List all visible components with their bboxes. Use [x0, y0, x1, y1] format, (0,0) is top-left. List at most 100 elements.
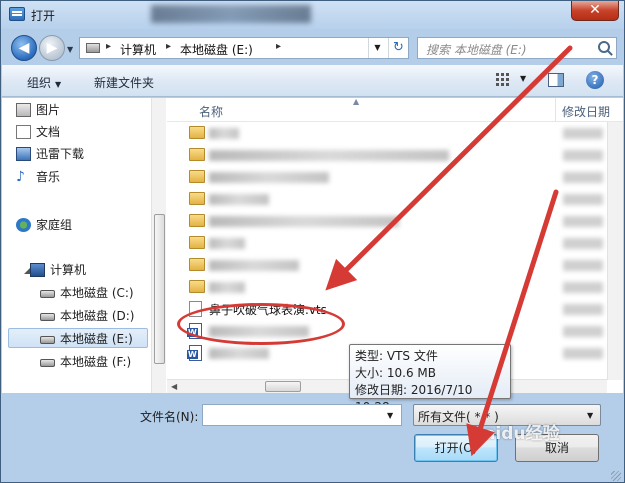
file-row[interactable] [167, 122, 607, 144]
folder-icon [189, 280, 205, 293]
address-dropdown-icon[interactable]: ▼ [368, 38, 386, 58]
folder-icon [189, 148, 205, 161]
sidebar-item-documents[interactable]: 文档 [16, 122, 61, 142]
file-row[interactable] [167, 210, 607, 232]
folder-icon [189, 258, 205, 271]
filename-field[interactable]: ▼ [202, 404, 402, 426]
file-list-scrollbar[interactable] [607, 122, 623, 380]
window-title: 打开 [31, 9, 56, 23]
blurred-filename [209, 128, 239, 139]
sidebar-item-label: 家庭组 [36, 218, 73, 232]
sidebar-item-pictures[interactable]: 图片 [16, 100, 61, 120]
column-name[interactable]: 名称 [199, 103, 223, 120]
pictures-icon [16, 103, 31, 117]
blurred-date [563, 238, 603, 249]
help-icon[interactable]: ? [586, 71, 604, 89]
view-dropdown-icon[interactable]: ▼ [520, 74, 526, 83]
sidebar-item-music[interactable]: ♪ 音乐 [16, 167, 61, 187]
title-bar[interactable]: 打开 ✕ [1, 1, 624, 29]
sidebar-item-label: 图片 [36, 103, 61, 117]
refresh-icon[interactable]: ↻ [388, 38, 408, 58]
chevron-down-icon[interactable]: ▼ [387, 411, 393, 420]
folder-icon [189, 214, 205, 227]
sidebar-item-xunlei-downloads[interactable]: 迅雷下载 [16, 144, 84, 164]
breadcrumb-separator-icon[interactable]: ▸ [276, 41, 281, 52]
sidebar-item-drive-e[interactable]: 本地磁盘 (E:) [40, 329, 133, 349]
sidebar-item-label: 本地磁盘 (E:) [60, 332, 133, 346]
breadcrumb-separator-icon[interactable]: ▸ [166, 41, 171, 52]
blurred-date [563, 150, 603, 161]
sidebar-item-label: 音乐 [36, 170, 61, 184]
scrollbar-thumb[interactable] [154, 214, 165, 364]
tooltip-size: 大小: 10.6 MB [355, 366, 436, 380]
blurred-title-region [151, 5, 311, 23]
blurred-date [563, 304, 603, 315]
breadcrumb-computer[interactable]: 计算机 [120, 41, 156, 58]
sidebar-item-label: 本地磁盘 (C:) [60, 286, 134, 300]
blurred-filename [209, 194, 269, 205]
sort-arrow-icon: ▲ [353, 97, 360, 106]
navigation-bar: ◀ ▶ ▼ ▸ 计算机 ▸ 本地磁盘 (E:) ▸ ▼ ↻ 搜索 本地磁盘 (E… [1, 31, 624, 63]
computer-icon [86, 43, 100, 53]
baidu-watermark: Baidu经验 [471, 424, 560, 444]
column-modified-date[interactable]: 修改日期 [562, 103, 610, 120]
organize-label: 组织 [27, 76, 52, 90]
recent-locations-dropdown[interactable]: ▼ [67, 45, 73, 54]
command-bar: 组织 ▼ 新建文件夹 ▼ ? [2, 65, 623, 97]
sidebar-item-computer[interactable]: 计算机 [30, 260, 87, 280]
word-document-icon [187, 345, 202, 361]
sidebar-item-label: 文档 [36, 125, 61, 139]
file-row[interactable] [167, 232, 607, 254]
file-row[interactable] [167, 144, 607, 166]
file-row[interactable] [167, 254, 607, 276]
file-row[interactable] [167, 166, 607, 188]
sidebar-item-drive-f[interactable]: 本地磁盘 (F:) [40, 352, 132, 372]
chevron-down-icon: ▼ [55, 80, 62, 89]
organize-menu[interactable]: 组织 ▼ [27, 74, 61, 91]
folder-icon [189, 170, 205, 183]
sidebar-item-label: 本地磁盘 (F:) [60, 355, 132, 369]
address-bar[interactable]: ▸ 计算机 ▸ 本地磁盘 (E:) ▸ ▼ ↻ [79, 37, 409, 59]
column-divider[interactable] [555, 98, 556, 122]
blurred-date [563, 348, 603, 359]
breadcrumb-drive-e[interactable]: 本地磁盘 (E:) [180, 41, 253, 58]
column-header: ▲ 名称 修改日期 [167, 97, 623, 122]
navigation-pane: 图片 文档 迅雷下载 ♪ 音乐 家庭组 ◢ 计算机 本地磁盘 (C:) 本地磁盘… [2, 98, 166, 393]
sidebar-item-homegroup[interactable]: 家庭组 [16, 215, 73, 235]
window-icon [9, 7, 25, 21]
preview-pane-icon[interactable] [548, 73, 564, 87]
drive-icon [40, 336, 55, 344]
view-options-icon[interactable] [496, 73, 512, 87]
blurred-filename [209, 150, 449, 161]
file-row[interactable] [167, 276, 607, 298]
open-file-dialog: 打开 ✕ ◀ ▶ ▼ ▸ 计算机 ▸ 本地磁盘 (E:) ▸ ▼ ↻ 搜索 本地… [0, 0, 625, 483]
new-folder-button[interactable]: 新建文件夹 [94, 74, 154, 91]
music-icon: ♪ [16, 169, 25, 185]
folder-icon [189, 236, 205, 249]
drive-icon [40, 290, 55, 298]
folder-icon [189, 192, 205, 205]
sidebar-item-label: 本地磁盘 (D:) [60, 309, 135, 323]
sidebar-item-drive-d[interactable]: 本地磁盘 (D:) [40, 306, 135, 326]
scroll-left-icon[interactable]: ◀ [171, 382, 177, 391]
dialog-content: 图片 文档 迅雷下载 ♪ 音乐 家庭组 ◢ 计算机 本地磁盘 (C:) 本地磁盘… [2, 97, 623, 393]
scrollbar-thumb[interactable] [265, 381, 301, 392]
annotation-circle [177, 303, 345, 345]
sidebar-item-label: 计算机 [50, 263, 87, 277]
blurred-date [563, 172, 603, 183]
resize-grip-icon[interactable] [611, 471, 621, 481]
navigation-scrollbar[interactable] [151, 98, 166, 393]
sidebar-item-drive-c[interactable]: 本地磁盘 (C:) [40, 283, 134, 303]
blurred-date [563, 216, 603, 227]
search-icon[interactable] [598, 41, 610, 53]
drive-icon [40, 313, 55, 321]
search-input[interactable]: 搜索 本地磁盘 (E:) [426, 41, 527, 58]
search-box[interactable]: 搜索 本地磁盘 (E:) [417, 37, 617, 59]
forward-button[interactable]: ▶ [39, 35, 65, 61]
file-row[interactable] [167, 188, 607, 210]
breadcrumb-separator-icon[interactable]: ▸ [106, 41, 111, 52]
close-button[interactable]: ✕ [571, 1, 619, 21]
chevron-down-icon[interactable]: ▼ [587, 411, 593, 420]
blurred-filename [209, 172, 329, 183]
back-button[interactable]: ◀ [11, 35, 37, 61]
